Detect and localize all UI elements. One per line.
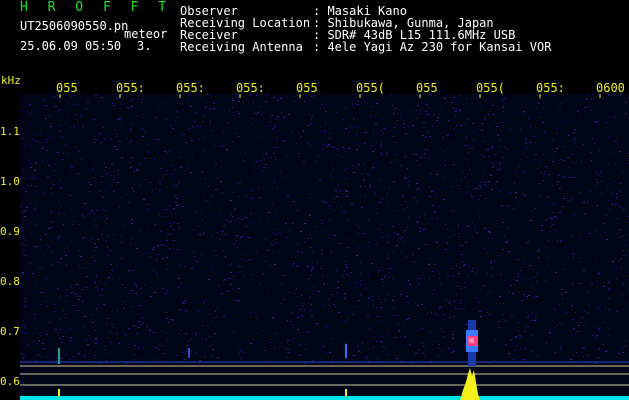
freq-tick-0-7: 0.7 [0,325,20,338]
noise-layer [20,94,629,364]
freq-tick-1-0: 1.0 [0,175,20,188]
time-tick-6: 055 [416,81,438,95]
count: 3. [137,39,152,53]
ping-mark-3 [188,348,190,358]
freq-unit-label: kHz [1,74,21,87]
power-baseline [20,396,629,400]
info-value-antenna: : 4ele Yagi Az 230 for Kansai VOR [313,40,552,54]
time-tick-5: 055( [356,81,385,95]
freq-tick-0-8: 0.8 [0,275,20,288]
brand-title: H R O F F T [20,0,173,15]
info-label-antenna: Receiving Antenna [180,40,303,54]
time-tick-0: 055 [56,81,78,95]
freq-tick-0-6: 0.6 [0,375,20,388]
ping-mark-2 [345,344,347,358]
power-peak [460,368,480,400]
time-tick-9: 0600 [596,81,625,95]
time-tick-4: 055 [296,81,318,95]
power-spike-1 [58,389,60,397]
time-tick-1: 055: [116,81,145,95]
time-tick-3: 055: [236,81,265,95]
time-tick-8: 055: [536,81,565,95]
freq-tick-1-1: 1.1 [0,125,20,138]
meteor-echo [466,320,478,366]
spectrogram [20,94,629,400]
freq-tick-0-9: 0.9 [0,225,20,238]
ping-mark-1 [58,348,60,364]
time-tick-7: 055( [476,81,505,95]
time-tick-2: 055: [176,81,205,95]
file-name: UT2506090550.pn [20,19,129,33]
datetime: 25.06.09 05:50 [20,39,122,53]
power-spike-2 [345,389,347,397]
spectrogram-canvas [20,94,629,400]
time-tick-marks [59,94,601,98]
